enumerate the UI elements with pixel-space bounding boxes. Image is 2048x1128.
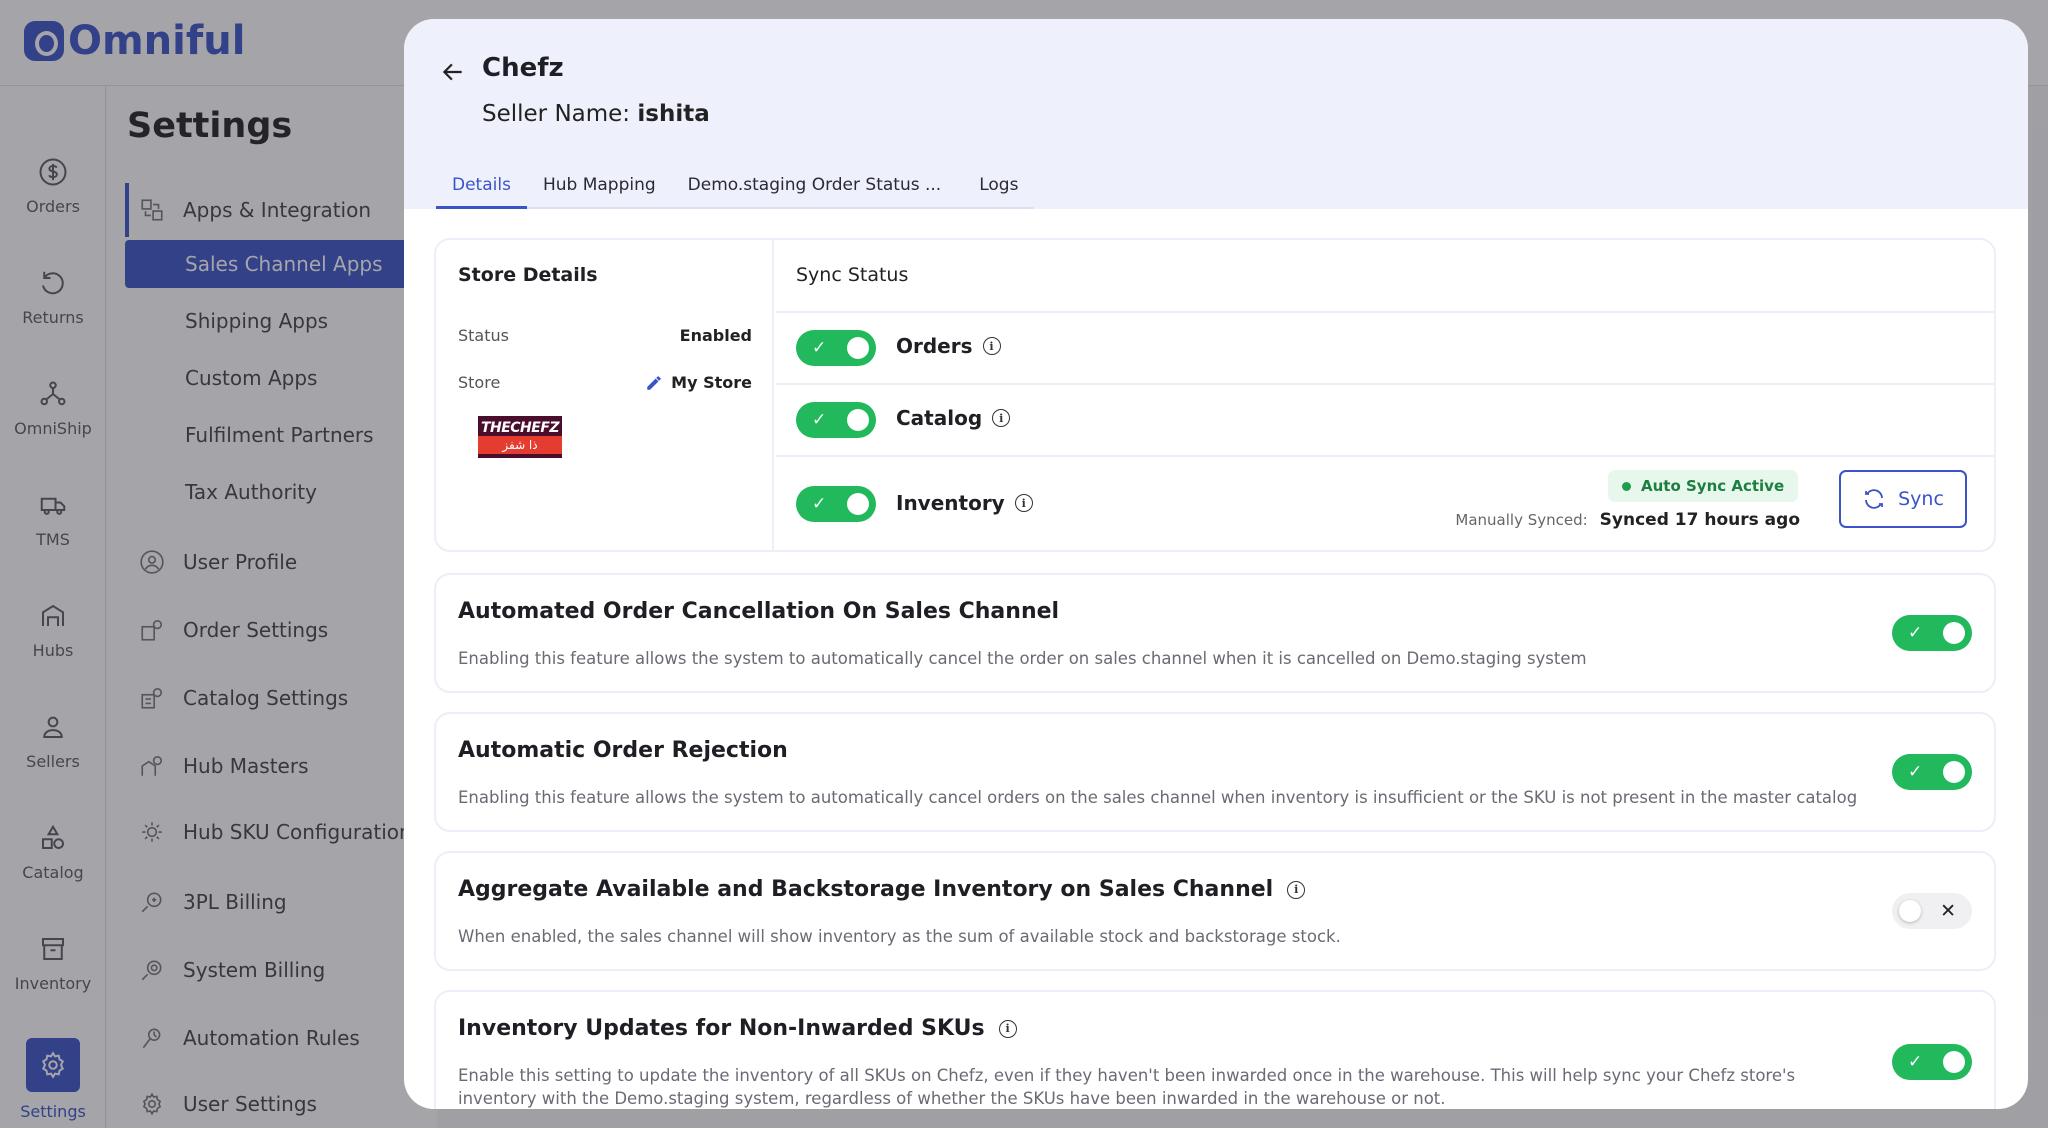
status-value: Enabled — [679, 326, 752, 345]
feature-title: Automatic Order Rejection — [458, 738, 788, 763]
manual-sync-info: Manually Synced: Synced 17 hours ago — [1455, 510, 1800, 530]
feature-title-text: Automated Order Cancellation On Sales Ch… — [458, 599, 1060, 624]
sales-channel-detail-drawer: Chefz Seller Name: ishita Details Hub Ma… — [404, 19, 2028, 1109]
feature-title: Aggregate Available and Backstorage Inve… — [458, 877, 1306, 902]
feature-description: Enable this setting to update the invent… — [458, 1066, 1796, 1108]
store-sync-card: Store Details Status Enabled Store My St… — [434, 238, 1996, 552]
tab-logs[interactable]: Logs — [957, 167, 1034, 209]
feature-title-text: Inventory Updates for Non-Inwarded SKUs — [458, 1016, 985, 1041]
toggle-knob — [847, 409, 869, 431]
toggle-knob — [847, 337, 869, 359]
check-icon: ✓ — [812, 338, 827, 358]
feature-card-aggregate-inventory: Aggregate Available and Backstorage Inve… — [434, 851, 1996, 971]
info-icon[interactable]: i — [1014, 494, 1033, 512]
sync-label-orders: Orders i — [896, 334, 1001, 358]
seller-name-line: Seller Name: ishita — [482, 101, 710, 127]
drawer-header: Chefz Seller Name: ishita Details Hub Ma… — [404, 19, 2028, 209]
check-icon: ✓ — [812, 494, 827, 514]
non-inwarded-skus-toggle[interactable]: ✓ — [1892, 1044, 1972, 1080]
feature-title-text: Automatic Order Rejection — [458, 738, 788, 763]
sync-label-inventory: Inventory i — [896, 491, 1033, 515]
feature-title-text: Aggregate Available and Backstorage Inve… — [458, 877, 1274, 902]
status-label: Status — [458, 326, 509, 345]
toggle-knob — [1943, 761, 1965, 783]
drawer-body: Store Details Status Enabled Store My St… — [404, 209, 2028, 1109]
sync-label-catalog: Catalog i — [896, 406, 1011, 430]
sync-status-section: Sync Status ✓ Orders i ✓ Catalog i ✓ Inv… — [776, 240, 1994, 550]
tab-hub-mapping[interactable]: Hub Mapping — [527, 167, 672, 209]
aggregate-inventory-toggle[interactable]: ✕ — [1892, 893, 1972, 929]
chefz-store-logo: THECHEFZ ذا شفز — [478, 416, 562, 458]
store-value: My Store — [671, 373, 752, 392]
inventory-sync-toggle[interactable]: ✓ — [796, 486, 876, 522]
status-dot — [1622, 481, 1631, 491]
sync-row-orders: ✓ Orders i — [776, 311, 1994, 383]
store-details-heading: Store Details — [458, 264, 598, 286]
feature-description: Enabling this feature allows the system … — [458, 649, 1587, 668]
store-details-section: Store Details Status Enabled Store My St… — [436, 240, 774, 550]
x-icon: ✕ — [1940, 900, 1956, 922]
sync-button[interactable]: Sync — [1839, 470, 1967, 528]
feature-title: Inventory Updates for Non-Inwarded SKUs … — [458, 1016, 1017, 1041]
toggle-knob — [1943, 1051, 1965, 1073]
check-icon: ✓ — [1908, 1052, 1923, 1072]
tab-order-status[interactable]: Demo.staging Order Status ... — [672, 167, 958, 209]
info-icon[interactable]: i — [998, 1019, 1017, 1038]
seller-label: Seller Name: — [482, 101, 631, 127]
tab-details[interactable]: Details — [436, 167, 527, 209]
feature-card-non-inwarded-skus: Inventory Updates for Non-Inwarded SKUs … — [434, 990, 1996, 1109]
auto-sync-badge: Auto Sync Active — [1608, 470, 1799, 502]
info-icon[interactable]: i — [992, 409, 1011, 427]
info-icon[interactable]: i — [982, 337, 1001, 355]
drawer-title: Chefz — [482, 53, 564, 83]
check-icon: ✓ — [812, 410, 827, 430]
orders-sync-toggle[interactable]: ✓ — [796, 330, 876, 366]
feature-description: Enabling this feature allows the system … — [458, 788, 1858, 807]
manual-sync-value: Synced 17 hours ago — [1599, 510, 1800, 530]
toggle-knob — [1943, 622, 1965, 644]
feature-title: Automated Order Cancellation On Sales Ch… — [458, 599, 1059, 624]
check-icon: ✓ — [1908, 762, 1923, 782]
drawer-tabs: Details Hub Mapping Demo.staging Order S… — [436, 167, 1035, 209]
feature-card-auto-cancellation: Automated Order Cancellation On Sales Ch… — [434, 573, 1996, 693]
store-link[interactable]: My Store — [645, 373, 752, 392]
pencil-icon[interactable] — [645, 374, 663, 392]
logo-text-ar: ذا شفز — [478, 436, 562, 454]
store-label: Store — [458, 373, 501, 392]
check-icon: ✓ — [1908, 623, 1923, 643]
seller-name: ishita — [637, 101, 710, 127]
feature-card-auto-rejection: Automatic Order Rejection Enabling this … — [434, 712, 1996, 832]
store-row: Store My Store — [458, 373, 752, 392]
sync-status-heading: Sync Status — [796, 264, 909, 286]
sync-button-label: Sync — [1898, 488, 1944, 510]
auto-cancellation-toggle[interactable]: ✓ — [1892, 615, 1972, 651]
sync-row-label: Inventory — [896, 491, 1005, 515]
refresh-icon — [1865, 489, 1883, 509]
feature-description: When enabled, the sales channel will sho… — [458, 927, 1341, 946]
arrow-left-icon — [442, 63, 462, 81]
logo-text-en: THECHEFZ — [480, 420, 560, 436]
status-row: Status Enabled — [458, 326, 752, 345]
back-button[interactable] — [434, 53, 472, 91]
catalog-sync-toggle[interactable]: ✓ — [796, 402, 876, 438]
sync-row-catalog: ✓ Catalog i — [776, 383, 1994, 455]
info-icon[interactable]: i — [1287, 880, 1306, 899]
auto-rejection-toggle[interactable]: ✓ — [1892, 754, 1972, 790]
sync-row-inventory: ✓ Inventory i — [776, 455, 1994, 550]
manual-sync-label: Manually Synced: — [1455, 511, 1588, 529]
toggle-knob — [1899, 900, 1921, 922]
auto-sync-text: Auto Sync Active — [1641, 477, 1785, 495]
toggle-knob — [847, 493, 869, 515]
sync-row-label: Orders — [896, 334, 973, 358]
sync-row-label: Catalog — [896, 406, 983, 430]
